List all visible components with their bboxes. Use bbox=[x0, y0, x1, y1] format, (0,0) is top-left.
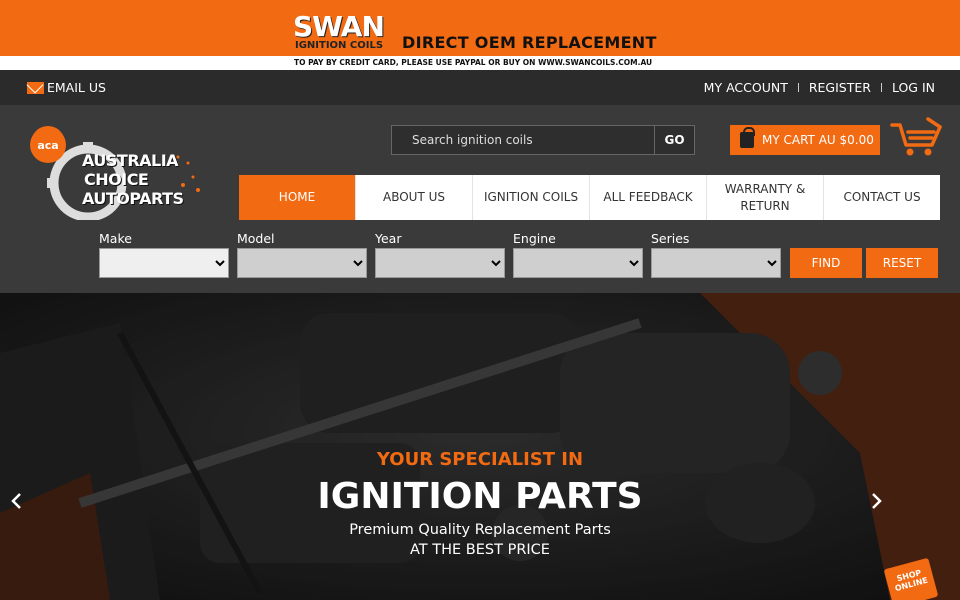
logo-line-2: CHOICE bbox=[84, 170, 149, 189]
site-header: aca AUSTRALIA CHOICE AUTOPARTS GO MY CAR… bbox=[0, 105, 960, 293]
email-us-label: EMAIL US bbox=[47, 80, 106, 95]
swan-brand-sub: IGNITION COILS bbox=[295, 40, 384, 51]
account-links: MY ACCOUNT REGISTER LOG IN bbox=[704, 80, 935, 95]
envelope-icon bbox=[27, 81, 44, 94]
hero-slider: YOUR SPECIALIST IN IGNITION PARTS Premiu… bbox=[0, 293, 960, 600]
find-button[interactable]: FIND bbox=[790, 248, 862, 278]
swan-brand-logo: SWAN bbox=[293, 10, 385, 43]
nav-contact-us[interactable]: CONTACT US bbox=[824, 175, 940, 220]
slider-next-icon[interactable] bbox=[872, 493, 882, 509]
aca-badge: aca bbox=[30, 127, 66, 163]
make-select[interactable] bbox=[99, 248, 229, 278]
shopping-bag-icon bbox=[740, 127, 755, 148]
make-label: Make bbox=[99, 231, 132, 246]
cart-button[interactable]: MY CART AU $0.00 bbox=[730, 125, 880, 155]
register-link[interactable]: REGISTER bbox=[809, 80, 871, 95]
nav-all-feedback[interactable]: ALL FEEDBACK bbox=[590, 175, 707, 220]
my-account-link[interactable]: MY ACCOUNT bbox=[704, 80, 788, 95]
reset-button[interactable]: RESET bbox=[866, 248, 938, 278]
slider-prev-icon[interactable] bbox=[11, 493, 21, 509]
search-go-button[interactable]: GO bbox=[654, 126, 694, 154]
nav-warranty-return[interactable]: WARRANTY & RETURN bbox=[707, 175, 824, 220]
engine-label: Engine bbox=[513, 231, 556, 246]
hero-title: IGNITION PARTS bbox=[317, 476, 643, 517]
nav-ignition-coils[interactable]: IGNITION COILS bbox=[473, 175, 590, 220]
email-us-link[interactable]: EMAIL US bbox=[27, 80, 106, 95]
promo-headline: DIRECT OEM REPLACEMENT bbox=[402, 33, 657, 52]
series-label: Series bbox=[651, 231, 690, 246]
shopping-cart-icon[interactable] bbox=[890, 115, 942, 157]
model-filter: Model bbox=[237, 231, 367, 278]
nav-about-us[interactable]: ABOUT US bbox=[356, 175, 473, 220]
link-separator bbox=[880, 83, 882, 92]
nav-home[interactable]: HOME bbox=[239, 175, 356, 220]
hero-subtitle: Premium Quality Replacement Parts bbox=[349, 522, 611, 538]
top-bar: EMAIL US MY ACCOUNT REGISTER LOG IN bbox=[0, 70, 960, 105]
engine-filter: Engine bbox=[513, 231, 643, 278]
promo-banner[interactable]: SWAN IGNITION COILS DIRECT OEM REPLACEME… bbox=[0, 0, 960, 70]
hero-kicker: YOUR SPECIALIST IN bbox=[376, 449, 584, 470]
search-input[interactable] bbox=[392, 126, 654, 154]
main-nav: HOME ABOUT US IGNITION COILS ALL FEEDBAC… bbox=[239, 175, 940, 220]
series-filter: Series bbox=[651, 231, 781, 278]
model-label: Model bbox=[237, 231, 275, 246]
logo-line-3: AUTOPARTS bbox=[82, 189, 184, 208]
year-label: Year bbox=[375, 231, 402, 246]
year-filter: Year bbox=[375, 231, 505, 278]
logo-line-1: AUSTRALIA bbox=[82, 151, 179, 170]
hero-tagline: AT THE BEST PRICE bbox=[410, 542, 550, 558]
year-select[interactable] bbox=[375, 248, 505, 278]
make-filter: Make bbox=[99, 231, 229, 278]
search-bar: GO bbox=[391, 125, 695, 155]
login-link[interactable]: LOG IN bbox=[892, 80, 935, 95]
promo-note: TO PAY BY CREDIT CARD, PLEASE USE PAYPAL… bbox=[294, 58, 653, 67]
site-logo[interactable]: aca AUSTRALIA CHOICE AUTOPARTS bbox=[28, 125, 208, 220]
model-select[interactable] bbox=[237, 248, 367, 278]
link-separator bbox=[797, 83, 799, 92]
engine-select[interactable] bbox=[513, 248, 643, 278]
series-select[interactable] bbox=[651, 248, 781, 278]
cart-label: MY CART AU $0.00 bbox=[762, 133, 874, 147]
